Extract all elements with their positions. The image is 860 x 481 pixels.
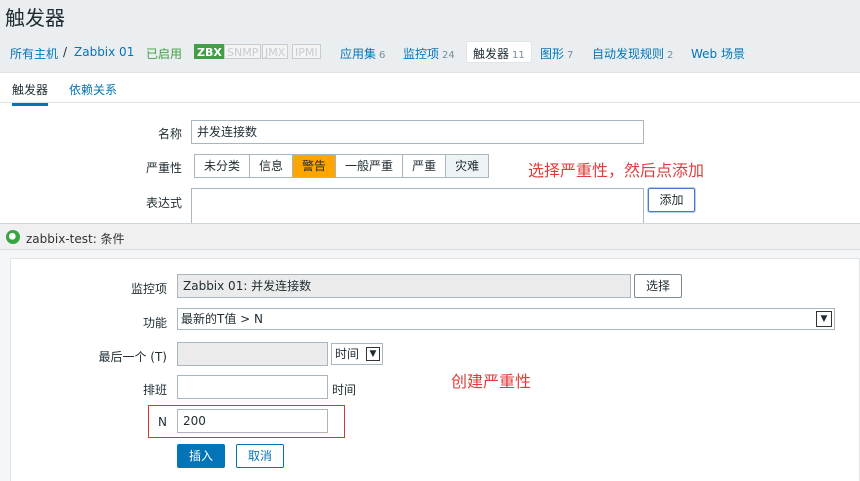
expression-input[interactable] [191,188,644,228]
severity-warning[interactable]: 警告 [293,155,337,177]
condition-dialog: zabbix-test: 条件 监控项 Zabbix 01: 并发连接数 选择 … [0,223,860,481]
shift-input[interactable] [177,375,328,399]
function-label: 功能 [142,316,167,330]
last-t-label: 最后一个 (T) [98,350,167,364]
nav-graphs[interactable]: 图形 7 [540,45,573,62]
insert-button[interactable]: 插入 [177,444,225,468]
last-t-input [177,342,328,366]
host-nav: 所有主机 / Zabbix 01 已启用 ZBX SNMP JMX IPMI 应… [0,40,860,66]
shift-unit: 时间 [332,383,357,397]
severity-high[interactable]: 严重 [403,155,447,177]
breadcrumb-host[interactable]: Zabbix 01 [74,45,134,59]
add-expression-button[interactable]: 添加 [648,188,695,212]
severity-average[interactable]: 一般严重 [336,155,404,177]
page-title: 触发器 [5,6,65,30]
severity-disaster[interactable]: 灾难 [446,155,489,177]
expression-label: 表达式 [145,196,182,210]
dialog-annotation: 创建严重性 [451,372,532,391]
nav-discovery-rules[interactable]: 自动发现规则 2 [592,45,673,62]
tab-trigger[interactable]: 触发器 [12,81,49,106]
browser-icon [6,230,20,244]
item-label: 监控项 [130,282,167,296]
n-input[interactable]: 200 [177,409,328,433]
availability-snmp: SNMP [224,44,262,59]
name-input[interactable]: 并发连接数 [191,120,644,144]
severity-selector: 未分类 信息 警告 一般严重 严重 灾难 [194,154,490,178]
severity-information[interactable]: 信息 [250,155,294,177]
form-tabs: 触发器 依赖关系 [0,73,860,106]
nav-items[interactable]: 监控项 24 [403,45,455,62]
chevron-down-icon: ▼ [366,347,380,361]
tab-dependencies[interactable]: 依赖关系 [69,81,117,98]
availability-ipmi: IPMI [292,44,321,59]
availability-zbx: ZBX [194,44,225,59]
function-select[interactable]: 最新的T值 > N ▼ [177,308,835,330]
dialog-title: zabbix-test: 条件 [26,232,125,246]
breadcrumb-all-hosts[interactable]: 所有主机 [10,45,58,62]
shift-label: 排班 [142,383,167,397]
availability-jmx: JMX [262,44,289,59]
chevron-down-icon: ▼ [816,311,832,327]
breadcrumb-separator: / [63,45,68,59]
item-select-button[interactable]: 选择 [634,274,682,298]
name-label: 名称 [157,127,182,141]
item-input: Zabbix 01: 并发连接数 [177,274,631,298]
host-status-enabled[interactable]: 已启用 [146,45,182,62]
dialog-titlebar: zabbix-test: 条件 [0,224,860,250]
trigger-form-panel: 触发器 依赖关系 名称 并发连接数 严重性 未分类 信息 警告 一般严重 严重 … [0,72,860,228]
dialog-body: 监控项 Zabbix 01: 并发连接数 选择 功能 最新的T值 > N ▼ 最… [10,258,860,481]
nav-applications[interactable]: 应用集 6 [340,45,385,62]
cancel-button[interactable]: 取消 [236,444,284,468]
severity-not-classified[interactable]: 未分类 [195,155,251,177]
nav-triggers[interactable]: 触发器 11 [466,41,532,63]
last-t-unit-select[interactable]: 时间 ▼ [331,343,383,365]
nav-web-scenarios[interactable]: Web 场景 [691,45,745,62]
n-label: N [158,415,167,429]
severity-label: 严重性 [145,161,182,175]
severity-annotation: 选择严重性，然后点添加 [528,161,705,180]
